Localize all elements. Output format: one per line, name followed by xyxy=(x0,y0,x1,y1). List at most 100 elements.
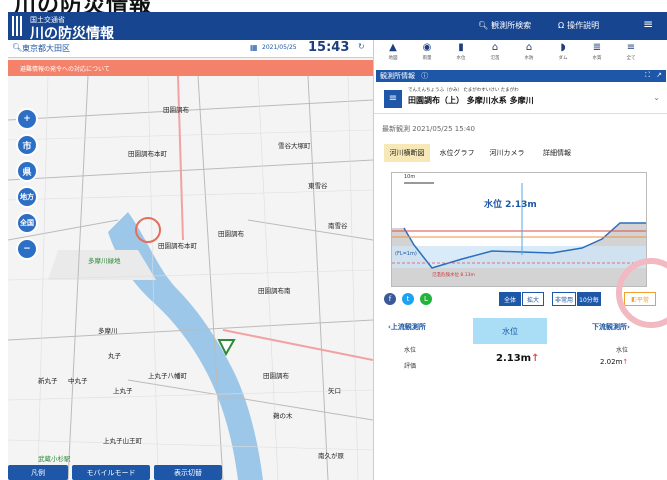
map-label: 中丸子 xyxy=(68,377,88,385)
location-text: 東京都大田区 xyxy=(22,44,70,53)
chevron-down-icon[interactable]: ⌄ xyxy=(653,93,660,102)
toolbar-water-level[interactable]: ▮ 水位 xyxy=(450,42,472,61)
list-icon: ≡ xyxy=(626,42,636,53)
map-label: 多摩川緑地 xyxy=(88,257,121,265)
downstream-link[interactable]: 下流観測所› xyxy=(592,322,630,332)
help-button[interactable]: Ω 操作説明 xyxy=(558,20,599,31)
headset-icon: Ω xyxy=(558,21,565,30)
tab-details[interactable]: 詳細情報 xyxy=(534,144,580,162)
current-level-value: 2.13m↑ xyxy=(496,353,540,364)
toolbar-defense[interactable]: ⌂ 水防 xyxy=(518,42,540,61)
arrow-up-icon: ↑ xyxy=(622,358,629,366)
map-label: 東雪谷 xyxy=(308,182,328,190)
view-all-button[interactable]: 全体 xyxy=(499,292,521,306)
tab-river-camera[interactable]: 河川カメラ xyxy=(484,144,530,162)
help-icon[interactable]: ⓘ xyxy=(421,72,428,80)
map-label: 新丸子 xyxy=(38,377,58,385)
map-label: 鵜の木 xyxy=(273,412,293,420)
downstream-row-label: 水位 xyxy=(616,347,629,354)
zoom-button[interactable]: 拡大 xyxy=(522,292,544,306)
downstream-level-value: 2.02m↑ xyxy=(600,358,629,366)
share-buttons: f t L xyxy=(384,293,432,305)
app-header: 国土交通省 川の防災情報 🔍︎ 観測所検索 Ω 操作説明 ≡ xyxy=(8,12,667,42)
observation-time: 最新観測 2021/05/25 15:40 xyxy=(382,125,475,133)
fl-label: (FL=1m) xyxy=(395,251,417,257)
map-view[interactable]: 🔍︎ 東京都大田区 ▦ 2021/05/25 15:43 ↻ 避難情報の発令への… xyxy=(8,40,373,480)
refresh-icon[interactable]: ↻ xyxy=(358,42,365,51)
zoom-region-button[interactable]: 地方 xyxy=(16,186,38,208)
map-label: 田園調布本町 xyxy=(128,150,167,158)
map-label: 上丸子山王町 xyxy=(103,437,142,445)
panel-title-bar: 観測所情報 ⓘ ⛶ ↗ xyxy=(376,70,666,82)
search-icon: 🔍︎ xyxy=(478,21,489,30)
legend-button[interactable]: 凡例 xyxy=(8,465,68,480)
tab-water-graph[interactable]: 水位グラフ xyxy=(434,144,480,162)
house-icon: ⌂ xyxy=(491,42,499,53)
facebook-icon[interactable]: f xyxy=(384,293,396,305)
map-label: 上丸子八幡町 xyxy=(148,372,187,380)
map-label: 田園調布 xyxy=(163,106,189,114)
toolbar-map[interactable]: ▲ 地図 xyxy=(382,42,404,61)
line-icon[interactable]: L xyxy=(420,293,432,305)
zoom-national-button[interactable]: 全国 xyxy=(16,212,38,234)
station-search-button[interactable]: 🔍︎ 観測所検索 xyxy=(478,20,531,31)
map-label: 矢口 xyxy=(328,387,341,395)
zoom-in-button[interactable]: + xyxy=(16,108,38,130)
station-header[interactable]: ≡ でんえんちょうふ（かみ） たまがわすいけい たまがわ 田園調布（上） 多摩川… xyxy=(374,84,667,114)
map-label: 田園調布 xyxy=(263,372,289,380)
map-bottom-bar: 凡例 モバイルモード 表示切替 xyxy=(8,465,373,480)
display-toggle-button[interactable]: 表示切替 xyxy=(154,465,222,480)
map-icon: ▲ xyxy=(389,42,397,53)
water-gauge-icon: ≡ xyxy=(384,90,402,108)
map-label: 丸子 xyxy=(108,352,121,360)
map-label: 武蔵小杉駅 xyxy=(38,455,71,463)
mobile-mode-button[interactable]: モバイルモード xyxy=(72,465,150,480)
shelter-icon: ⌂ xyxy=(525,42,533,53)
toolbar-flood[interactable]: ⌂ 氾濫 xyxy=(484,42,506,61)
scale-label: 10m xyxy=(404,174,416,180)
water-level-label: 水位 2.13m xyxy=(484,200,537,210)
location-bar: 🔍︎ 東京都大田区 ▦ 2021/05/25 15:43 ↻ xyxy=(8,40,373,58)
map-label: 多摩川 xyxy=(98,327,118,335)
logo-icon xyxy=(12,16,22,36)
station-ruby: でんえんちょうふ（かみ） たまがわすいけい たまがわ xyxy=(408,88,519,93)
station-panel: ▲ 地図 ◉ 雨量 ▮ 水位 ⌂ 氾濫 ⌂ 水防 ◗ ダム ≣ 水質 ≡ 全て 観測所情報 ⓘ … xyxy=(373,40,667,480)
upstream-link[interactable]: ‹上流観測所 xyxy=(388,322,426,332)
water-level-box: 水位 xyxy=(473,318,547,344)
toolbar-quality[interactable]: ≣ 水質 xyxy=(586,42,608,61)
map-canvas xyxy=(8,40,373,480)
danger-level-label: 氾濫危険水位 8.13m xyxy=(432,273,475,278)
search-icon: 🔍︎ xyxy=(12,43,23,52)
zoom-out-button[interactable]: − xyxy=(16,238,38,260)
station-name: 田園調布（上） 多摩川水系 多摩川 xyxy=(408,96,534,105)
row-label-eval: 評価 xyxy=(404,363,417,370)
menu-icon[interactable]: ≡ xyxy=(643,17,653,31)
map-label: 南久が原 xyxy=(318,452,344,460)
map-label: 雪谷大塚町 xyxy=(278,142,311,150)
interval-button[interactable]: 10分毎 xyxy=(577,292,601,306)
rain-icon: ◉ xyxy=(422,42,432,53)
toolbar-dam[interactable]: ◗ ダム xyxy=(552,42,574,61)
expand-icon[interactable]: ⛶ xyxy=(645,71,650,80)
calendar-icon[interactable]: ▦ xyxy=(250,43,258,52)
map-label: 田園調布南 xyxy=(258,287,291,295)
zoom-prefecture-button[interactable]: 県 xyxy=(16,160,38,182)
date-text: 2021/05/25 xyxy=(262,44,297,51)
tab-cross-section[interactable]: 河川横断図 xyxy=(384,144,430,162)
map-label: 南雪谷 xyxy=(328,222,348,230)
arrow-up-icon: ↑ xyxy=(531,353,540,364)
external-link-icon[interactable]: ↗ xyxy=(656,71,662,79)
panel-title: 観測所情報 xyxy=(380,72,415,80)
toolbar-all[interactable]: ≡ 全て xyxy=(620,42,642,61)
cut-banner: 川の防災情報 xyxy=(0,0,667,12)
emergency-button[interactable]: 非常用 xyxy=(552,292,576,306)
toolbar-rain[interactable]: ◉ 雨量 xyxy=(416,42,438,61)
zoom-city-button[interactable]: 市 xyxy=(16,134,38,156)
cross-section-graph: 10m 水位 2.13m (FL=1m) 氾濫危険水位 8.13m xyxy=(391,172,647,287)
map-label: 上丸子 xyxy=(113,387,133,395)
alert-banner[interactable]: 避難情報の発令への対応について xyxy=(8,60,373,76)
banner-text: 川の防災情報 xyxy=(14,0,152,12)
twitter-icon[interactable]: t xyxy=(402,293,414,305)
gauge-icon: ▮ xyxy=(458,42,464,53)
map-label: 田園調布本町 xyxy=(158,242,197,250)
